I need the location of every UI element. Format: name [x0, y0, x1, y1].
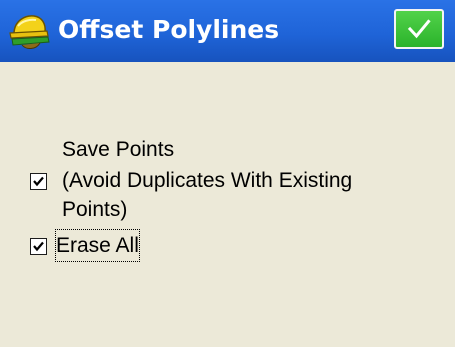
erase-all-label: Erase All	[55, 229, 140, 262]
ok-button[interactable]	[394, 9, 444, 49]
checkbox-check-icon	[33, 176, 44, 187]
title-bar: Offset Polylines	[0, 0, 455, 62]
save-points-checkbox[interactable]	[30, 173, 47, 190]
save-points-label-line2: (Avoid Duplicates With Existing	[62, 169, 353, 192]
surveyor-helmet-icon	[8, 12, 50, 52]
checkbox-check-icon	[33, 241, 44, 252]
save-points-label-line1: Save Points	[62, 138, 175, 161]
save-points-label-line3: Points)	[62, 198, 128, 221]
erase-all-checkbox[interactable]	[30, 238, 47, 255]
window-title: Offset Polylines	[58, 15, 280, 44]
offset-polylines-dialog: Offset Polylines Save Points (Avoid Dupl…	[0, 0, 455, 347]
